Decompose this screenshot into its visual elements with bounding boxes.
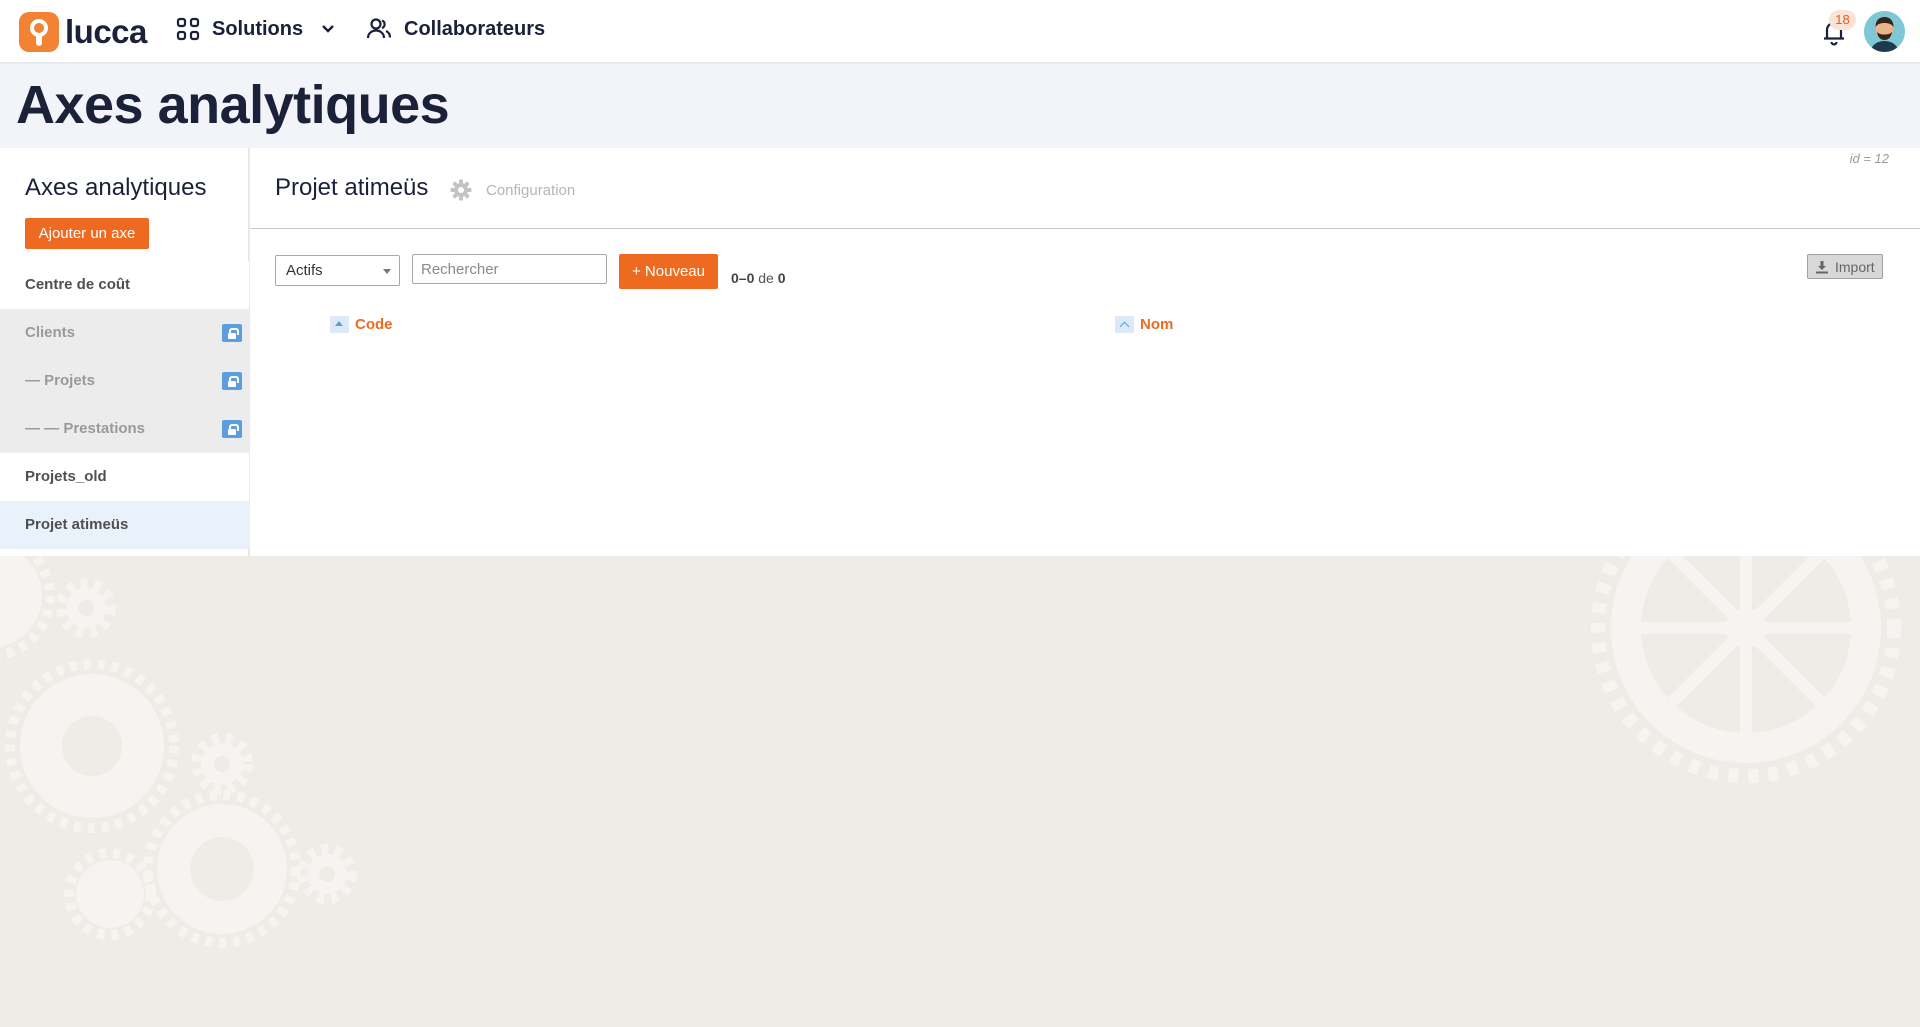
sidebar-item-label: Clients — [25, 324, 76, 341]
sidebar-item-clients[interactable]: Clients — [0, 309, 249, 357]
divider — [250, 228, 1920, 229]
new-section-button[interactable]: + Nouveau — [619, 254, 718, 289]
axes-list: Centre de coût Clients — Projets — — Pre… — [0, 261, 249, 549]
axis-title: Projet atimeüs — [275, 174, 429, 201]
grid-icon — [176, 17, 200, 41]
user-avatar[interactable] — [1864, 11, 1905, 52]
configuration-link[interactable]: Configuration — [450, 179, 575, 201]
sidebar-item-projets-old[interactable]: Projets_old — [0, 453, 249, 501]
lucca-logo-icon — [19, 11, 59, 52]
page-title: Axes analytiques — [16, 75, 450, 135]
sidebar-item-label: Projet atimeüs — [25, 516, 129, 533]
logo-text: lucca — [65, 12, 147, 50]
sidebar-item-label: Centre de coût — [25, 276, 131, 293]
count-total: 0 — [777, 270, 786, 286]
notifications-badge: 18 — [1829, 10, 1856, 30]
users-icon — [366, 17, 392, 41]
lock-icon — [222, 324, 242, 342]
search-input[interactable] — [412, 254, 607, 284]
caret-down-icon — [383, 269, 391, 274]
status-filter-value: Actifs — [286, 262, 323, 279]
sidebar-title: Axes analytiques — [25, 174, 207, 201]
top-bar: lucca Solutions Collaborateurs 18 — [0, 0, 1920, 63]
column-header-nom[interactable]: Nom — [1115, 316, 1173, 333]
sidebar-item-label: Projets_old — [25, 468, 107, 485]
import-button[interactable]: Import — [1807, 254, 1883, 279]
id-label: id = 12 — [1849, 151, 1889, 166]
download-icon — [1815, 260, 1829, 274]
sidebar-item-projet-atimeus[interactable]: Projet atimeüs — [0, 501, 249, 549]
sidebar-item-label: — Projets — [25, 372, 96, 389]
sidebar-item-prestations[interactable]: — — Prestations — [0, 405, 249, 453]
solutions-menu[interactable]: Solutions — [176, 17, 335, 41]
sidebar-item-centre-de-cout[interactable]: Centre de coût — [0, 261, 249, 309]
gears-background-illustration — [0, 556, 1901, 948]
status-filter-select[interactable]: Actifs — [275, 255, 400, 286]
column-label: Code — [355, 316, 393, 333]
count-of: de — [758, 270, 774, 286]
import-label: Import — [1835, 258, 1875, 275]
column-header-code[interactable]: Code — [330, 316, 393, 333]
sidebar-item-projets[interactable]: — Projets — [0, 357, 249, 405]
sidebar-item-label: — — Prestations — [25, 420, 146, 437]
axis-detail-panel: id = 12 Projet atimeüs Configuration Act… — [250, 148, 1920, 556]
add-axis-button[interactable]: Ajouter un axe — [25, 218, 149, 249]
configuration-label: Configuration — [486, 181, 576, 199]
chevron-down-icon — [321, 24, 335, 34]
gear-icon — [450, 179, 472, 201]
axes-sidebar: Axes analytiques Ajouter un axe Centre d… — [0, 148, 249, 556]
collaborators-link[interactable]: Collaborateurs — [366, 17, 545, 41]
column-label: Nom — [1140, 316, 1174, 333]
lock-icon — [222, 420, 242, 438]
result-count: 0–0 de 0 — [731, 270, 786, 286]
sort-asc-icon — [330, 316, 349, 333]
collaborators-label: Collaborateurs — [404, 17, 546, 40]
lucca-logo[interactable]: lucca — [19, 11, 147, 52]
sort-chevron-up-icon — [1115, 316, 1134, 333]
lock-icon — [222, 372, 242, 390]
solutions-label: Solutions — [212, 17, 304, 40]
count-range: 0–0 — [731, 270, 755, 286]
